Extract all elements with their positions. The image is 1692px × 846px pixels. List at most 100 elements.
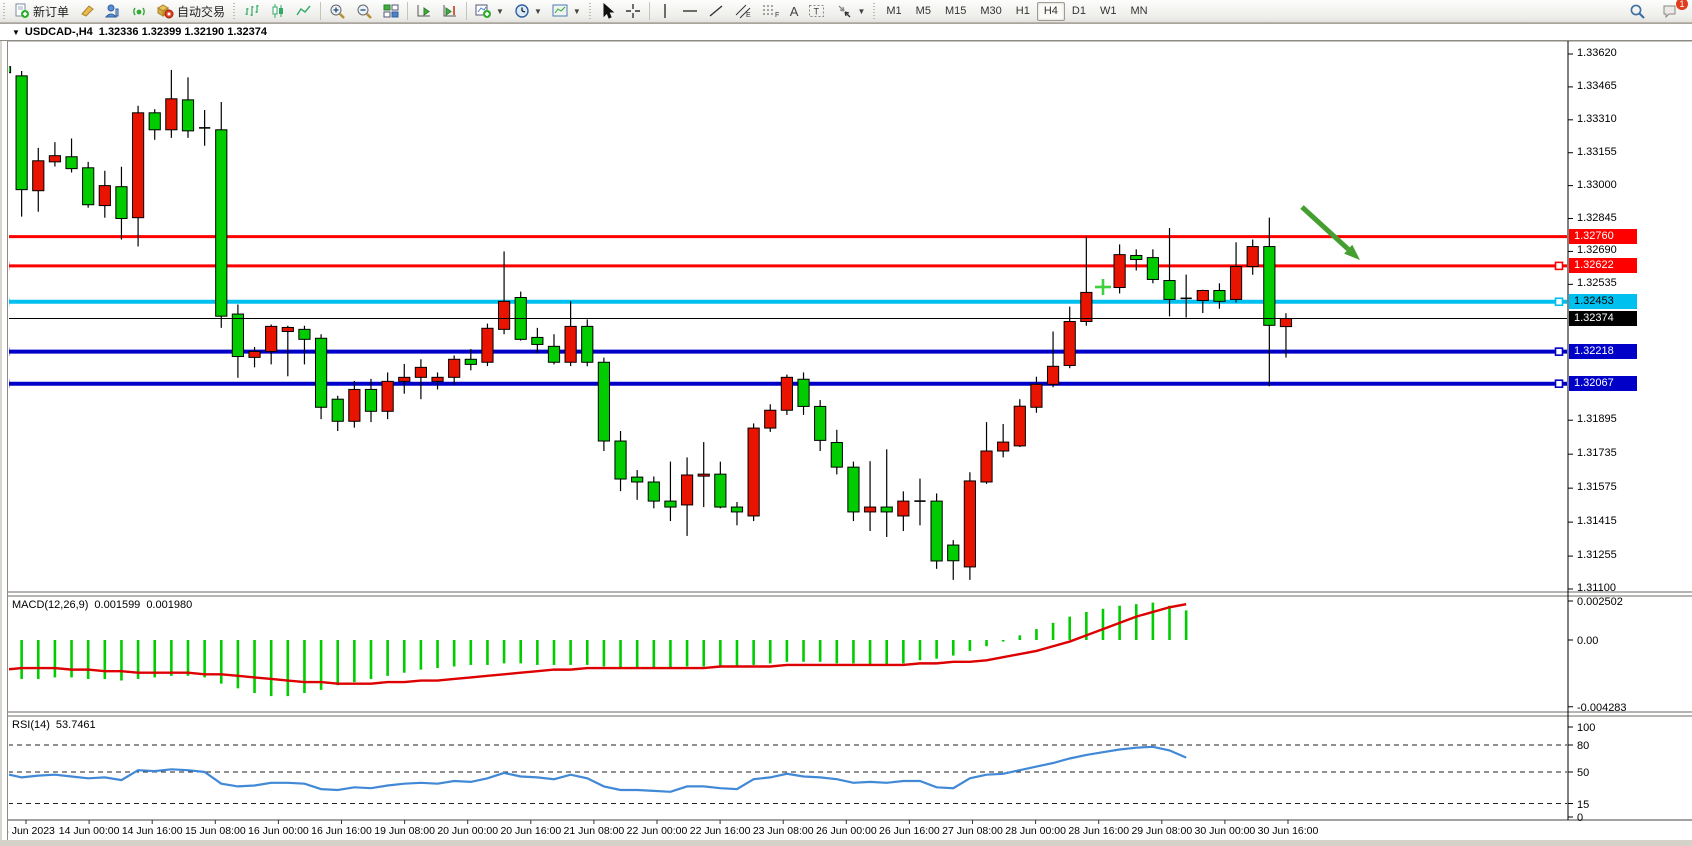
equidistant-channel-button[interactable]: E <box>729 1 757 22</box>
timeframe-button-h1[interactable]: H1 <box>1009 2 1037 21</box>
label-tool-button[interactable]: T <box>803 1 831 22</box>
vertical-line-button[interactable] <box>653 1 677 22</box>
timeframe-button-w1[interactable]: W1 <box>1093 2 1124 21</box>
chevron-down-icon: ▼ <box>857 7 865 16</box>
search-button[interactable] <box>1624 1 1651 22</box>
periods-button[interactable]: ▼ <box>509 1 547 22</box>
toolbar: 新订单 <box>0 0 1692 23</box>
horizontal-line-button[interactable] <box>677 1 703 22</box>
candlestick-chart-button[interactable] <box>265 1 291 22</box>
new-order-label: 新订单 <box>33 3 69 20</box>
timeframe-button-d1[interactable]: D1 <box>1065 2 1093 21</box>
line-chart-button[interactable] <box>291 1 317 22</box>
rsi-name: RSI(14) <box>12 719 50 731</box>
cursor-button[interactable] <box>595 1 620 22</box>
macd-name: MACD(12,26,9) <box>12 599 88 611</box>
chart-svg <box>0 41 1692 846</box>
timeframe-button-m30[interactable]: M30 <box>973 2 1008 21</box>
time-axis-label: 16 Jun 16:00 <box>311 825 372 837</box>
price-tick-label: 1.33155 <box>1577 146 1657 158</box>
time-axis-label: 27 Jun 08:00 <box>942 825 1003 837</box>
new-order-button[interactable]: 新订单 <box>9 1 74 22</box>
bar-chart-icon <box>244 3 260 19</box>
mt4-window: 新订单 <box>0 0 1692 846</box>
zoom-in-button[interactable] <box>324 1 351 22</box>
collapse-ohlc-toggle[interactable]: ▼ <box>12 28 20 37</box>
price-tick-label: 1.31415 <box>1577 515 1657 527</box>
zoom-out-icon <box>356 3 373 20</box>
rsi-axis-label: 100 <box>1577 722 1657 734</box>
crosshair-button[interactable] <box>620 1 646 22</box>
toolbar-grip[interactable] <box>872 3 877 19</box>
trendline-button[interactable] <box>703 1 729 22</box>
chevron-down-icon: ▼ <box>573 7 581 16</box>
chart-shift-button[interactable] <box>437 1 463 22</box>
price-level-badge: 1.32760 <box>1569 229 1637 244</box>
macd-axis-label: 0.002502 <box>1577 596 1657 608</box>
search-icon <box>1629 3 1646 20</box>
crayon-icon <box>79 3 95 19</box>
price-tick-label: 1.31735 <box>1577 447 1657 459</box>
zoom-out-button[interactable] <box>351 1 378 22</box>
price-level-badge: 1.32622 <box>1569 258 1637 273</box>
indicators-button[interactable]: ▼ <box>470 1 509 22</box>
price-tick-label: 1.31255 <box>1577 549 1657 561</box>
svg-text:T: T <box>814 7 820 17</box>
bar-chart-button[interactable] <box>239 1 265 22</box>
timeframe-button-h4[interactable]: H4 <box>1037 2 1065 21</box>
rsi-indicator-label: RSI(14) 53.7461 <box>12 719 102 731</box>
timeframe-button-m1[interactable]: M1 <box>879 2 908 21</box>
toolbar-grip[interactable] <box>232 3 237 19</box>
depth-of-market-button[interactable] <box>100 1 126 22</box>
macd-value_signal: 0.001980 <box>146 599 192 611</box>
tile-windows-button[interactable] <box>378 1 404 22</box>
time-axis-label: 21 Jun 08:00 <box>564 825 625 837</box>
autotrading-button[interactable]: 自动交易 <box>152 1 230 22</box>
window-left-border <box>0 23 8 840</box>
time-axis-label: 20 Jun 00:00 <box>437 825 498 837</box>
time-axis-label: 14 Jun 00:00 <box>59 825 120 837</box>
rsi-axis-label: 50 <box>1577 767 1657 779</box>
macd-value_main: 0.001599 <box>94 599 140 611</box>
trendline-icon <box>708 3 724 19</box>
toolbar-grip[interactable] <box>588 3 593 19</box>
text-tool-button[interactable]: A <box>785 1 804 22</box>
price-tick-label: 1.31575 <box>1577 481 1657 493</box>
templates-button[interactable]: ▼ <box>547 1 586 22</box>
rsi-axis-label: 80 <box>1577 740 1657 752</box>
timeframe-button-m5[interactable]: M5 <box>909 2 938 21</box>
notifications-button[interactable]: 1 <box>1657 1 1684 22</box>
crosshair-icon <box>625 3 641 19</box>
time-axis-label: 19 Jun 08:00 <box>374 825 435 837</box>
timeframe-bar: M1M5M15M30H1H4D1W1MN <box>879 2 1154 21</box>
arrows-tool-button[interactable]: ▼ <box>831 1 870 22</box>
price-tick-label: 1.31100 <box>1577 582 1657 594</box>
clock-icon <box>514 3 530 19</box>
signals-button[interactable] <box>126 1 152 22</box>
vertical-line-icon <box>658 3 672 19</box>
autotrading-label: 自动交易 <box>177 3 225 20</box>
timeframe-button-m15[interactable]: M15 <box>938 2 973 21</box>
svg-text:E: E <box>746 12 751 19</box>
chart-ohlc-values: 1.32336 1.32399 1.32190 1.32374 <box>99 26 267 38</box>
notification-badge: 1 <box>1676 0 1688 10</box>
auto-scroll-button[interactable] <box>411 1 437 22</box>
chart-shift-icon <box>442 3 458 19</box>
price-level-badge: 1.32067 <box>1569 376 1637 391</box>
time-axis-label: 22 Jun 16:00 <box>690 825 751 837</box>
brush-button[interactable] <box>74 1 100 22</box>
svg-text:F: F <box>775 12 779 19</box>
chart-canvas[interactable]: 1.336201.334651.333101.331551.330001.328… <box>0 41 1692 846</box>
time-axis-label: 22 Jun 00:00 <box>627 825 688 837</box>
rsi-value: 53.7461 <box>56 719 96 731</box>
arrows-icon <box>836 3 853 19</box>
time-axis-label: 23 Jun 08:00 <box>753 825 814 837</box>
cursor-icon <box>600 3 615 19</box>
toolbar-grip[interactable] <box>2 3 7 19</box>
time-axis-label: 28 Jun 16:00 <box>1068 825 1129 837</box>
chevron-down-icon: ▼ <box>496 7 504 16</box>
horizontal-line-icon <box>682 3 698 19</box>
tile-windows-icon <box>383 3 399 19</box>
fibonacci-button[interactable]: F <box>757 1 785 22</box>
timeframe-button-mn[interactable]: MN <box>1123 2 1154 21</box>
